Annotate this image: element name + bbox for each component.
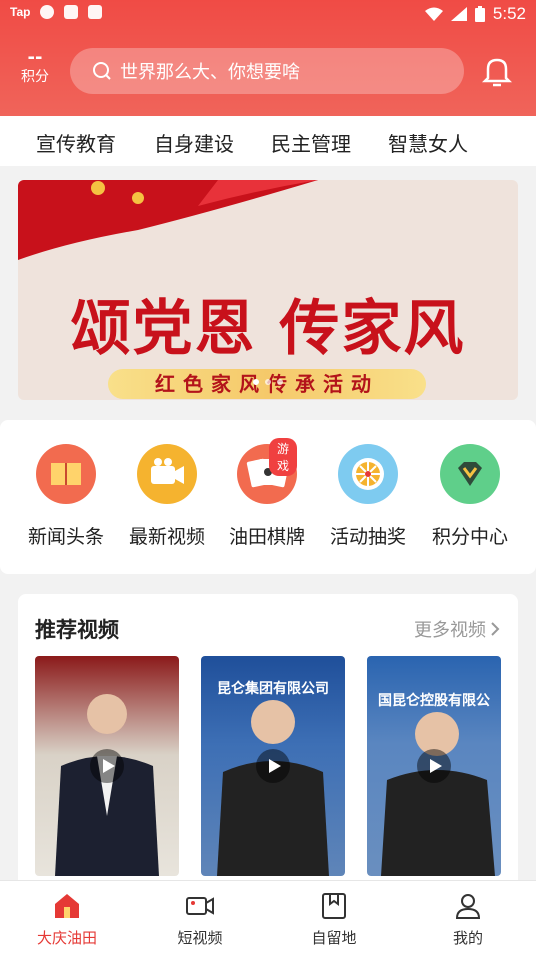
search-placeholder: 世界那么大、你想要啥 bbox=[120, 62, 300, 83]
category-tabs: 宣传教育 自身建设 民主管理 智慧女人 bbox=[0, 116, 536, 166]
playing-cards-icon: 游戏 bbox=[237, 438, 297, 504]
quick-item-lottery[interactable]: 活动抽奖 bbox=[318, 444, 418, 549]
bottom-navigation: 大庆油田 短视频 自留地 我的 bbox=[0, 880, 536, 953]
quick-item-cards[interactable]: 游戏 油田棋牌 bbox=[217, 438, 317, 549]
bell-icon[interactable] bbox=[480, 54, 514, 88]
header: Tap 5:52 -- 积分 世界那么大、你想要啥 bbox=[0, 0, 536, 116]
play-button[interactable] bbox=[417, 749, 451, 783]
nav-my-plot[interactable]: 自留地 bbox=[284, 889, 384, 948]
search-bar[interactable]: 世界那么大、你想要啥 bbox=[70, 48, 464, 94]
nav-short-video[interactable]: 短视频 bbox=[150, 889, 250, 948]
battery-icon bbox=[474, 6, 485, 22]
game-badge: 游戏 bbox=[269, 438, 297, 476]
play-button[interactable] bbox=[90, 749, 124, 783]
quick-item-label: 积分中心 bbox=[431, 526, 508, 548]
carousel-dot bbox=[265, 379, 271, 385]
video-card[interactable]: 昆仑集团有限公司 bbox=[201, 656, 345, 876]
tab-smart-women[interactable]: 智慧女人 bbox=[388, 128, 468, 157]
status-bar: Tap 5:52 bbox=[0, 0, 536, 30]
book-icon bbox=[36, 444, 96, 504]
bookmark-icon bbox=[322, 893, 346, 919]
video-caption: 国昆仑控股有限公 bbox=[378, 693, 490, 709]
carousel-indicator bbox=[18, 379, 518, 385]
tab-democratic-management[interactable]: 民主管理 bbox=[271, 128, 351, 157]
nav-mine[interactable]: 我的 bbox=[418, 889, 518, 948]
nav-label: 大庆油田 bbox=[36, 929, 97, 947]
search-icon bbox=[93, 62, 111, 80]
short-video-icon bbox=[186, 897, 214, 915]
play-button[interactable] bbox=[256, 749, 290, 783]
quick-item-points-center[interactable]: 积分中心 bbox=[420, 444, 520, 549]
quick-item-label: 最新视频 bbox=[128, 526, 205, 548]
video-card[interactable] bbox=[35, 656, 179, 876]
carousel-dot bbox=[253, 379, 259, 385]
carousel-dot bbox=[277, 379, 283, 385]
nav-label: 我的 bbox=[452, 929, 483, 947]
tap-app-icon: Tap bbox=[10, 5, 31, 19]
tab-education[interactable]: 宣传教育 bbox=[36, 128, 116, 157]
quick-item-label: 新闻头条 bbox=[27, 526, 104, 548]
diamond-icon bbox=[440, 444, 500, 504]
red-flag-graphic bbox=[18, 180, 318, 260]
user-icon bbox=[455, 894, 481, 919]
prize-wheel-icon bbox=[338, 444, 398, 504]
nav-label: 短视频 bbox=[177, 929, 223, 947]
banner-headline: 颂党恩 传家风 bbox=[70, 294, 466, 364]
home-icon bbox=[55, 894, 79, 918]
game-app-icon bbox=[40, 5, 55, 19]
notification-icon bbox=[64, 5, 79, 19]
quick-item-news[interactable]: 新闻头条 bbox=[16, 444, 116, 549]
quick-item-label: 油田棋牌 bbox=[228, 526, 305, 548]
points-value: -- bbox=[27, 47, 43, 68]
video-card[interactable]: 国昆仑控股有限公 bbox=[367, 656, 501, 876]
clock: 5:52 bbox=[492, 4, 526, 23]
banner-carousel[interactable]: 颂党恩 传家风 红色家风传承活动 bbox=[18, 180, 518, 400]
more-videos-label: 更多视频 bbox=[414, 620, 486, 641]
more-videos-link[interactable]: 更多视频 bbox=[414, 616, 500, 642]
points-label: 积分 bbox=[21, 69, 49, 85]
nav-label: 自留地 bbox=[311, 929, 357, 947]
quick-item-videos[interactable]: 最新视频 bbox=[117, 444, 217, 549]
tab-self-building[interactable]: 自身建设 bbox=[154, 128, 234, 157]
video-camera-icon bbox=[137, 444, 197, 504]
chevron-right-icon bbox=[491, 622, 500, 636]
recommended-videos: 推荐视频 更多视频 昆仑集团有限公司 国昆仑控股有限公 bbox=[18, 594, 518, 894]
points-widget[interactable]: -- 积分 bbox=[10, 48, 60, 86]
cell-signal-icon bbox=[450, 7, 467, 21]
nav-daqing-oilfield[interactable]: 大庆油田 bbox=[17, 889, 117, 948]
wifi-icon bbox=[424, 7, 443, 21]
section-title: 推荐视频 bbox=[35, 618, 119, 642]
video-caption: 昆仑集团有限公司 bbox=[217, 681, 329, 697]
notification-icon-2 bbox=[88, 5, 103, 19]
quick-actions: 新闻头条 最新视频 游戏 油田棋牌 活动抽奖 积分中心 bbox=[0, 420, 536, 574]
quick-item-label: 活动抽奖 bbox=[329, 526, 406, 548]
